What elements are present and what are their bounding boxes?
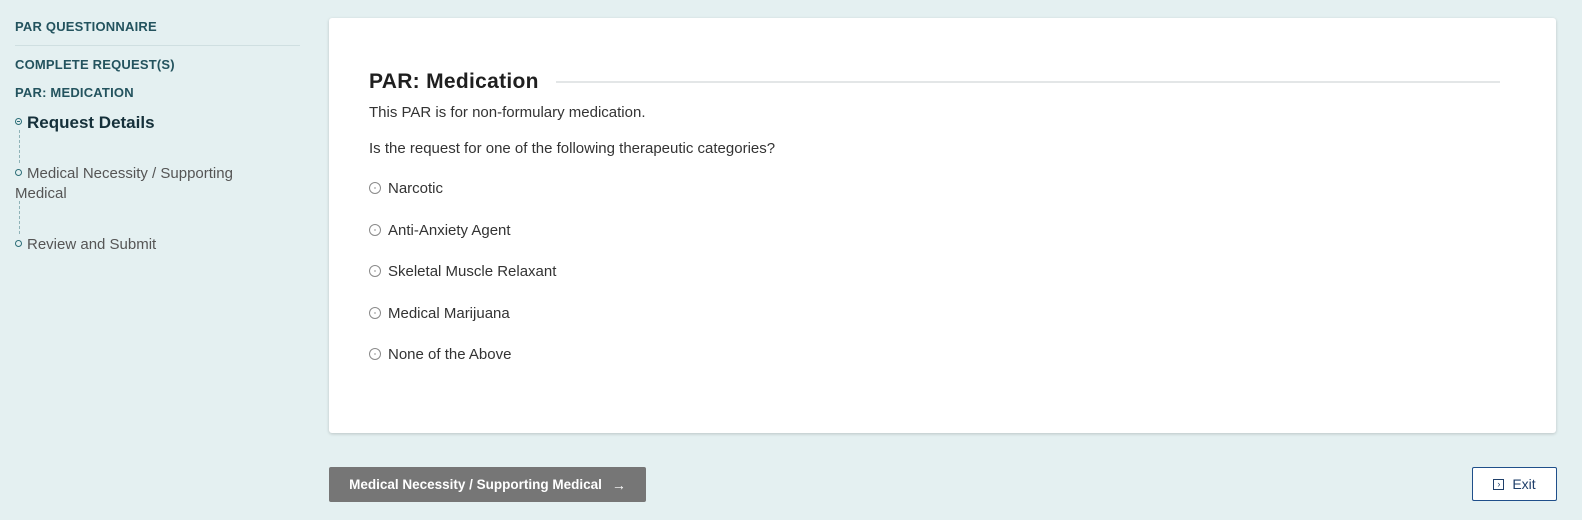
description-text: This PAR is for non-formulary medication… (369, 104, 646, 121)
step-request-details[interactable]: Request Details (15, 113, 155, 133)
step-connector (19, 130, 20, 163)
question-card: PAR: Medication This PAR is for non-form… (329, 18, 1556, 433)
option-medical-marijuana[interactable]: Medical Marijuana (369, 305, 556, 347)
option-label: Anti-Anxiety Agent (388, 221, 511, 239)
radio-button[interactable] (369, 306, 381, 319)
arrow-right-icon: → (611, 476, 626, 493)
step-label: Request Details (27, 113, 155, 132)
step-label: Medical Necessity / Supporting Medical (15, 165, 233, 202)
title-divider (556, 81, 1500, 83)
step-label: Review and Submit (27, 236, 157, 253)
radio-button[interactable] (369, 348, 381, 360)
radio-button[interactable] (369, 265, 381, 277)
option-label: Medical Marijuana (388, 304, 510, 322)
radio-button[interactable] (369, 223, 381, 236)
option-skeletal-muscle-relaxant[interactable]: Skeletal Muscle Relaxant (369, 263, 556, 305)
option-none-of-the-above[interactable]: None of the Above (369, 346, 556, 388)
category-options: Narcotic Anti-Anxiety Agent Skeletal Mus… (369, 180, 556, 388)
sidebar-divider (15, 45, 300, 46)
exit-button[interactable]: › Exit (1472, 467, 1557, 501)
step-pending-icon (15, 239, 22, 247)
exit-label: Exit (1512, 476, 1536, 492)
next-step-label: Medical Necessity / Supporting Medical (349, 477, 602, 492)
option-label: Narcotic (388, 180, 444, 197)
step-active-icon (15, 118, 22, 126)
step-medical-necessity[interactable]: Medical Necessity / Supporting Medical (15, 164, 275, 204)
step-connector (19, 201, 20, 234)
option-label: None of the Above (388, 346, 512, 363)
exit-icon: › (1493, 478, 1505, 490)
next-step-button[interactable]: Medical Necessity / Supporting Medical → (329, 467, 646, 502)
questionnaire-heading[interactable]: PAR QUESTIONNAIRE (15, 19, 157, 34)
page-title: PAR: Medication (369, 70, 539, 93)
question-text: Is the request for one of the following … (369, 140, 776, 157)
step-pending-icon (15, 168, 22, 176)
medication-heading[interactable]: PAR: MEDICATION (15, 85, 134, 100)
step-review-submit[interactable]: Review and Submit (15, 235, 156, 255)
option-label: Skeletal Muscle Relaxant (388, 263, 557, 280)
radio-button[interactable] (369, 182, 381, 194)
option-narcotic[interactable]: Narcotic (369, 180, 556, 222)
complete-requests-heading[interactable]: COMPLETE REQUEST(S) (15, 57, 175, 72)
option-anti-anxiety-agent[interactable]: Anti-Anxiety Agent (369, 222, 556, 264)
